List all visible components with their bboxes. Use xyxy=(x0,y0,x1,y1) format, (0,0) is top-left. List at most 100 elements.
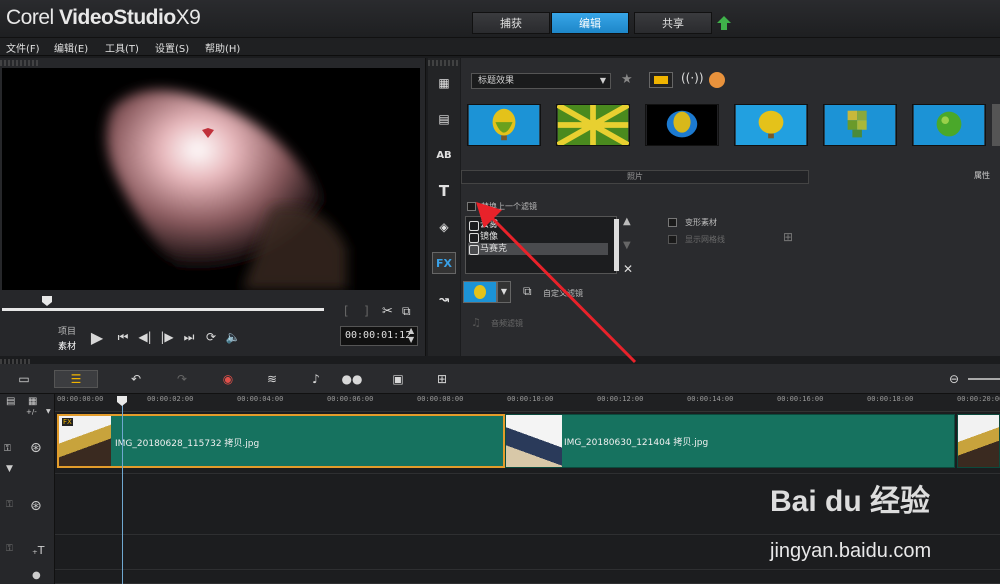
playhead-line[interactable] xyxy=(122,404,123,584)
menu-file[interactable]: 文件(F) xyxy=(6,40,40,55)
watermark-url: jingyan.baidu.com xyxy=(770,540,932,562)
filter-thumbnail[interactable] xyxy=(467,104,541,146)
timecode-display[interactable]: 00:00:01:12 xyxy=(340,326,418,346)
enlarge-preview-icon[interactable]: ⧉ xyxy=(402,304,411,319)
annotation-arrow-icon xyxy=(476,202,637,364)
chevron-down-icon: ▼ xyxy=(599,76,606,85)
panel-grip[interactable] xyxy=(428,60,460,66)
home-icon[interactable]: ⏮ xyxy=(114,328,132,346)
tab-share[interactable]: 共享 xyxy=(634,12,712,34)
mode-clip[interactable]: 素材 xyxy=(58,339,76,352)
split-clip-icon[interactable]: ✂ xyxy=(382,304,393,319)
playhead-knob-icon[interactable] xyxy=(117,396,127,406)
zoom-out-icon[interactable]: ⊖ xyxy=(944,370,964,388)
tab-photo[interactable]: 照片 xyxy=(461,170,809,184)
view-filmstrip-icon[interactable] xyxy=(649,72,673,88)
next-frame-icon[interactable]: |▶ xyxy=(158,328,176,346)
volume-icon[interactable]: 🔈 xyxy=(224,328,242,346)
video-track-icon[interactable]: ⊛ xyxy=(30,440,42,456)
browse-icon[interactable] xyxy=(709,72,725,88)
title-bar: Corel VideoStudioX9 捕获 编辑 共享 xyxy=(0,0,1000,38)
chevron-down-icon[interactable]: ▼ xyxy=(6,464,13,474)
timeline-view-icon[interactable]: ☰ xyxy=(54,370,98,388)
play-icon[interactable]: ▶ xyxy=(88,328,106,347)
add-chapter-icon[interactable]: ▦ xyxy=(28,396,37,407)
filter-thumbnail[interactable] xyxy=(734,104,808,146)
zoom-slider[interactable] xyxy=(968,378,1000,380)
instant-project-icon[interactable]: ▤ xyxy=(432,108,456,130)
subtitle-editor-icon[interactable]: ▣ xyxy=(388,370,408,388)
timeline-ruler[interactable]: 00:00:00:00 00:00:02:00 00:00:04:00 00:0… xyxy=(55,394,1000,412)
title-track-lock-icon[interactable]: ⚿ xyxy=(6,544,13,554)
mark-in-icon[interactable]: [ xyxy=(344,304,349,318)
menu-settings[interactable]: 设置(S) xyxy=(155,40,189,55)
overlay-track-icon[interactable]: ⊛ xyxy=(30,498,42,514)
video-track-lock-icon[interactable]: ⚿ xyxy=(4,444,11,454)
add-favorite-icon[interactable]: ★ xyxy=(621,72,633,87)
title-icon[interactable]: T xyxy=(432,180,456,202)
preview-image xyxy=(2,68,420,290)
panel-grip[interactable] xyxy=(0,60,40,66)
video-clip[interactable]: IMG_20180630_121404 拷贝.jpg xyxy=(505,414,955,468)
show-grid-checkbox[interactable] xyxy=(668,235,677,244)
upload-arrow-icon[interactable] xyxy=(716,15,732,31)
filter-thumbnail[interactable] xyxy=(645,104,719,146)
transition-icon[interactable]: AB xyxy=(432,144,456,166)
menu-tools[interactable]: 工具(T) xyxy=(105,40,139,55)
track-manager-icon[interactable]: ▤ xyxy=(6,396,15,407)
storyboard-view-icon[interactable]: ▭ xyxy=(12,370,36,388)
overlay-track-lock-icon[interactable]: ⚿ xyxy=(6,500,13,510)
end-icon[interactable]: ⏭ xyxy=(180,328,198,346)
redo-icon[interactable]: ↷ xyxy=(172,370,192,388)
voice-track-icon[interactable]: ● xyxy=(32,570,41,581)
scrubber-knob-icon[interactable] xyxy=(42,296,52,306)
clip-thumbnail xyxy=(506,415,562,467)
audio-icon[interactable]: ((·)) xyxy=(681,71,704,85)
library-tab-bar: 照片 属性 xyxy=(461,170,1000,184)
timecode-stepper-icon[interactable]: ▲ ▼ xyxy=(408,326,414,344)
thumbnail-scrollbar[interactable] xyxy=(992,104,1000,146)
track-header-column: ▤ ▦ +/- ▼ ⚿ ▼ ⊛ ⚿ ⊛ ⚿ ₊T ● xyxy=(0,394,55,584)
sound-mixer-icon[interactable]: ≋ xyxy=(262,370,282,388)
menu-help[interactable]: 帮助(H) xyxy=(205,40,240,55)
prev-frame-icon[interactable]: ◀| xyxy=(136,328,154,346)
grid-options-icon[interactable]: ⊞ xyxy=(783,230,793,244)
watermark-logo: Bai du 经验 xyxy=(770,485,931,518)
tab-attributes[interactable]: 属性 xyxy=(811,170,1000,184)
mark-out-icon[interactable]: ] xyxy=(364,304,369,318)
tab-edit[interactable]: 编辑 xyxy=(551,12,629,34)
show-grid-label: 显示网格线 xyxy=(685,235,725,244)
multi-camera-icon[interactable]: ⊞ xyxy=(432,370,452,388)
mode-project[interactable]: 项目 xyxy=(58,324,76,337)
scrubber-track[interactable] xyxy=(2,308,324,311)
video-clip[interactable] xyxy=(957,414,1000,468)
tab-capture[interactable]: 捕获 xyxy=(472,12,550,34)
video-clip[interactable]: FX IMG_20180628_115732 拷贝.jpg xyxy=(57,414,505,468)
path-icon[interactable]: ↝ xyxy=(432,288,456,310)
voice-track[interactable] xyxy=(55,571,1000,584)
preview-panel: [ ] ✂ ⧉ 项目 素材 ▶ ⏮ ◀| |▶ ⏭ ⟳ 🔈 00:00:01:1… xyxy=(0,58,426,356)
tick-label: 00:00:02:00 xyxy=(147,395,194,403)
graphic-icon[interactable]: ◈ xyxy=(432,216,456,238)
filter-thumbnail[interactable] xyxy=(556,104,630,146)
undo-icon[interactable]: ↶ xyxy=(126,370,146,388)
add-remove-track[interactable]: +/- xyxy=(26,408,37,416)
motion-tracking-icon[interactable]: ●● xyxy=(342,370,363,388)
menu-edit[interactable]: 编辑(E) xyxy=(54,40,88,55)
auto-music-icon[interactable]: ♪ xyxy=(306,370,326,388)
chevron-down-icon[interactable]: ▼ xyxy=(46,408,51,415)
video-track[interactable]: FX IMG_20180628_115732 拷贝.jpg IMG_201806… xyxy=(55,412,1000,474)
transform-clip-checkbox[interactable] xyxy=(668,218,677,227)
filter-category-dropdown[interactable]: 标题效果 ▼ xyxy=(471,73,611,89)
filter-thumbnail[interactable] xyxy=(823,104,897,146)
tick-label: 00:00:16:00 xyxy=(777,395,824,403)
media-icon[interactable]: ▦ xyxy=(432,72,456,94)
fx-filter-icon[interactable]: FX xyxy=(432,252,456,274)
filter-thumbnail[interactable] xyxy=(912,104,986,146)
title-track-icon[interactable]: ₊T xyxy=(32,544,45,557)
record-capture-icon[interactable]: ◉ xyxy=(218,370,238,388)
tick-label: 00:00:04:00 xyxy=(237,395,284,403)
clip-name: IMG_20180628_115732 拷贝.jpg xyxy=(115,439,260,449)
repeat-icon[interactable]: ⟳ xyxy=(202,328,220,346)
preview-screen xyxy=(2,68,420,290)
